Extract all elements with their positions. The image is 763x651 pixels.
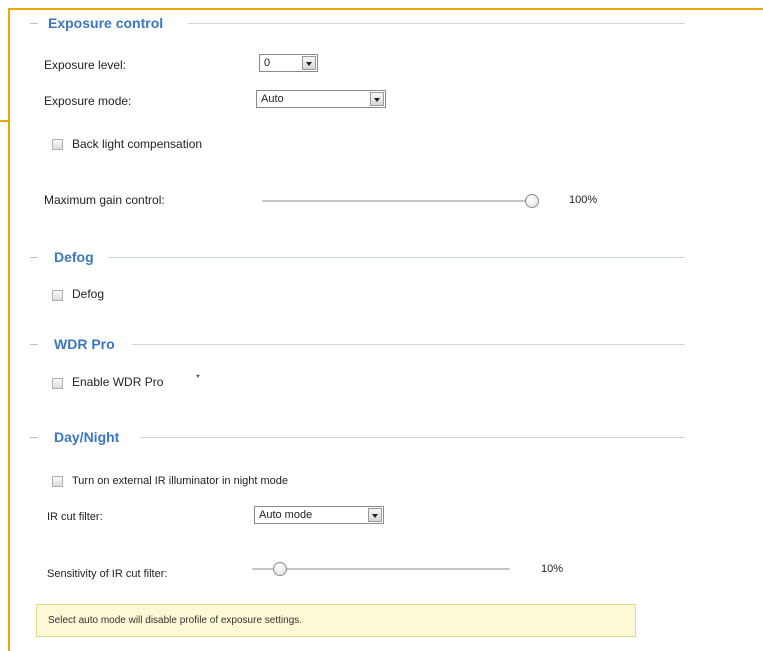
exposure-level-label: Exposure level: xyxy=(44,58,127,72)
sensitivity-label: Sensitivity of IR cut filter: xyxy=(47,568,168,580)
section-divider xyxy=(108,257,685,258)
section-dash xyxy=(30,344,38,345)
backlight-compensation-label: Back light compensation xyxy=(72,137,203,151)
ir-cut-value: Auto mode xyxy=(259,509,313,521)
section-title-daynight: Day/Night xyxy=(54,429,120,445)
backlight-compensation-checkbox[interactable] xyxy=(52,139,63,150)
enable-wdr-checkbox[interactable] xyxy=(52,378,63,389)
section-wdr-pro: WDR Pro xyxy=(30,335,685,355)
defog-label: Defog xyxy=(72,287,105,301)
section-defog: Defog xyxy=(30,248,685,268)
frame-top-border xyxy=(8,8,763,10)
ir-illuminator-label: Turn on external IR illuminator in night… xyxy=(72,475,289,487)
section-divider xyxy=(132,344,685,345)
exposure-level-select[interactable]: 0 xyxy=(259,54,318,72)
ir-cut-label: IR cut filter: xyxy=(47,511,103,523)
exposure-mode-value: Auto xyxy=(261,93,284,105)
section-divider xyxy=(140,437,685,438)
chevron-down-icon[interactable] xyxy=(370,92,384,106)
ir-cut-filter-select[interactable]: Auto mode xyxy=(254,506,384,524)
section-exposure-control: Exposure control xyxy=(30,14,685,34)
wdr-asterisk: * xyxy=(196,373,200,384)
frame-connector xyxy=(0,120,10,122)
chevron-down-icon[interactable] xyxy=(302,56,316,70)
notice-text: Select auto mode will disable profile of… xyxy=(48,615,303,626)
exposure-mode-select[interactable]: Auto xyxy=(256,90,386,108)
frame-left-border xyxy=(8,8,10,651)
max-gain-label: Maximum gain control: xyxy=(44,193,165,207)
section-title-defog: Defog xyxy=(54,249,94,265)
max-gain-value: 100% xyxy=(569,194,598,206)
section-day-night: Day/Night xyxy=(30,428,685,448)
exposure-level-value: 0 xyxy=(264,57,271,69)
enable-wdr-label: Enable WDR Pro xyxy=(72,375,164,389)
notice-box: Select auto mode will disable profile of… xyxy=(36,604,636,637)
sensitivity-slider-knob[interactable] xyxy=(273,562,287,576)
section-dash xyxy=(30,257,38,258)
sensitivity-slider-track[interactable] xyxy=(252,568,510,570)
chevron-down-icon[interactable] xyxy=(368,508,382,522)
defog-checkbox[interactable] xyxy=(52,290,63,301)
section-dash xyxy=(30,23,38,24)
max-gain-slider-knob[interactable] xyxy=(525,194,539,208)
exposure-mode-label: Exposure mode: xyxy=(44,94,132,108)
sensitivity-value: 10% xyxy=(541,563,564,575)
section-divider xyxy=(188,23,685,24)
max-gain-slider-track[interactable] xyxy=(262,200,538,202)
section-title-exposure: Exposure control xyxy=(48,15,164,31)
ir-illuminator-checkbox[interactable] xyxy=(52,476,63,487)
section-dash xyxy=(30,437,38,438)
section-title-wdr: WDR Pro xyxy=(54,336,115,352)
